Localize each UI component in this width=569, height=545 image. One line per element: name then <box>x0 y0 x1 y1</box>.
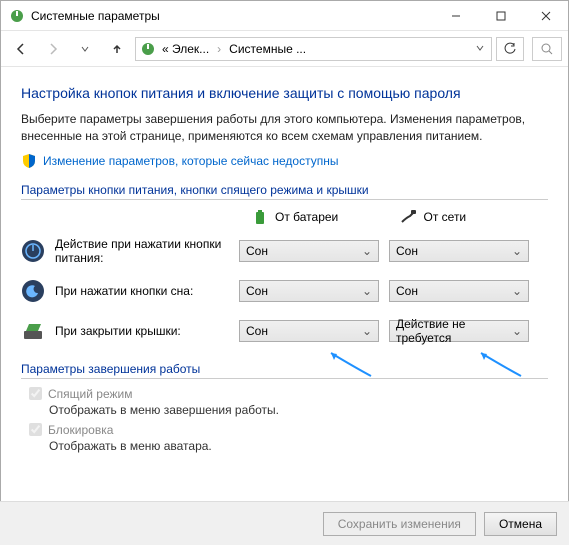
breadcrumb-item[interactable]: « Элек... <box>160 42 211 56</box>
up-button[interactable] <box>103 35 131 63</box>
battery-icon <box>251 208 269 226</box>
chevron-right-icon: › <box>215 42 223 56</box>
page-heading: Настройка кнопок питания и включение защ… <box>21 85 548 101</box>
sleep-button-icon <box>21 279 45 303</box>
minimize-button[interactable] <box>433 1 478 31</box>
power-battery-dropdown[interactable]: Сон⌄ <box>239 240 379 262</box>
chevron-down-icon: ⌄ <box>512 324 522 338</box>
setting-label: При закрытии крышки: <box>55 324 239 338</box>
sleep-ac-dropdown[interactable]: Сон⌄ <box>389 280 529 302</box>
footer: Сохранить изменения Отмена <box>0 501 569 545</box>
setting-label: При нажатии кнопки сна: <box>55 284 239 298</box>
page-description: Выберите параметры завершения работы для… <box>21 111 548 145</box>
change-settings-link[interactable]: Изменение параметров, которые сейчас нед… <box>43 154 339 168</box>
chevron-down-icon: ⌄ <box>512 284 522 298</box>
forward-button[interactable] <box>39 35 67 63</box>
chevron-down-icon: ⌄ <box>362 324 372 338</box>
lid-ac-dropdown[interactable]: Действие не требуется⌄ <box>389 320 529 342</box>
sleep-checkbox-label: Спящий режим <box>48 387 132 401</box>
power-icon <box>140 41 156 57</box>
save-button[interactable]: Сохранить изменения <box>323 512 476 536</box>
power-button-icon <box>21 239 45 263</box>
setting-sleep-button: При нажатии кнопки сна: Сон⌄ Сон⌄ <box>21 276 548 306</box>
back-button[interactable] <box>7 35 35 63</box>
close-button[interactable] <box>523 1 568 31</box>
cancel-button[interactable]: Отмена <box>484 512 557 536</box>
navbar: « Элек... › Системные ... <box>1 31 568 67</box>
setting-power-button: Действие при нажатии кнопки питания: Сон… <box>21 236 548 266</box>
window-title: Системные параметры <box>31 9 433 23</box>
titlebar: Системные параметры <box>1 1 568 31</box>
recent-button[interactable] <box>71 35 99 63</box>
breadcrumb[interactable]: « Элек... › Системные ... <box>135 37 492 61</box>
chevron-down-icon: ⌄ <box>512 244 522 258</box>
lock-checkbox-sub: Отображать в меню аватара. <box>49 439 548 453</box>
lid-icon <box>21 319 45 343</box>
setting-label: Действие при нажатии кнопки питания: <box>55 237 239 265</box>
lock-checkbox <box>29 423 42 436</box>
plug-icon <box>400 208 418 226</box>
sleep-checkbox <box>29 387 42 400</box>
maximize-button[interactable] <box>478 1 523 31</box>
section-shutdown-title: Параметры завершения работы <box>21 362 548 379</box>
power-ac-dropdown[interactable]: Сон⌄ <box>389 240 529 262</box>
breadcrumb-item[interactable]: Системные ... <box>227 42 308 56</box>
setting-lid-close: При закрытии крышки: Сон⌄ Действие не тр… <box>21 316 548 346</box>
refresh-button[interactable] <box>496 37 524 61</box>
app-icon <box>9 8 25 24</box>
chevron-down-icon: ⌄ <box>362 244 372 258</box>
sleep-battery-dropdown[interactable]: Сон⌄ <box>239 280 379 302</box>
lock-checkbox-label: Блокировка <box>48 423 113 437</box>
chevron-down-icon: ⌄ <box>362 284 372 298</box>
lid-battery-dropdown[interactable]: Сон⌄ <box>239 320 379 342</box>
section-buttons-title: Параметры кнопки питания, кнопки спящего… <box>21 183 548 200</box>
column-ac: От сети <box>400 208 549 226</box>
search-box[interactable] <box>532 37 562 61</box>
shield-icon <box>21 153 37 169</box>
sleep-checkbox-sub: Отображать в меню завершения работы. <box>49 403 548 417</box>
chevron-down-icon[interactable] <box>473 42 487 56</box>
column-battery: От батареи <box>251 208 400 226</box>
